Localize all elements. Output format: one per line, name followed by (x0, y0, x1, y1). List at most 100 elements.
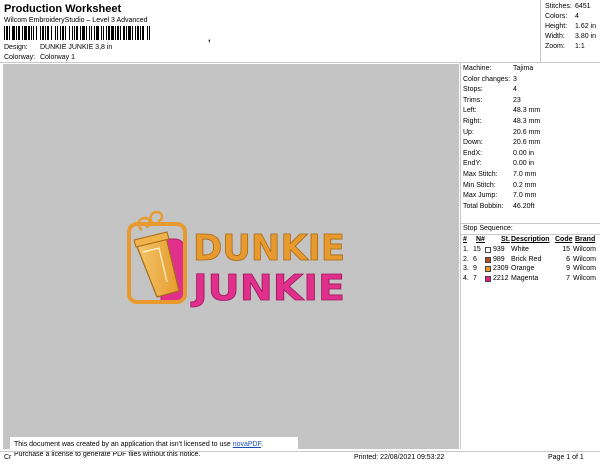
colors-label: Colors: (545, 13, 568, 20)
height-label: Height: (545, 23, 568, 30)
stop-cell-st: 989 (493, 255, 505, 263)
machine-row-value: Tajima (513, 65, 534, 72)
machine-row: Machine: Tajima (463, 65, 533, 72)
col-num: # (463, 236, 467, 243)
design-stats: Stitches: 6451 Colors: 4 Height: 1.62 in Wi… (540, 0, 600, 62)
barcode-suffix: , (208, 33, 211, 43)
stop-cell-desc: Orange (511, 265, 535, 272)
stop-row: 3. 9 2309 Orange 9 Wilcom (463, 265, 599, 274)
design-value: DUNKIE JUNKIE 3,8 in (39, 44, 113, 51)
machine-row-label: Max Stitch: (463, 171, 498, 178)
machine-row-label: Color changes: (463, 75, 511, 83)
machine-row-label: Total Bobbin: (463, 202, 504, 210)
machine-row: Color changes: 3 (463, 76, 517, 83)
stitches-value: 6451 (575, 3, 591, 10)
novapdf-link[interactable]: novaPDF (233, 441, 261, 448)
notice-line-1: This document was created by an applicat… (14, 440, 294, 450)
machine-row-value: 20.6 mm (513, 139, 541, 147)
machine-row-label: Machine: (463, 65, 492, 72)
logo-line1: DUNKIE (193, 228, 345, 269)
col-brand: Brand (575, 236, 596, 243)
stop-cell-num: 2. (463, 255, 469, 263)
machine-row-label: EndX: (463, 149, 483, 157)
notice-text: This document was created by an applicat… (14, 441, 233, 448)
machine-row: EndY: 0.00 in (463, 160, 534, 167)
col-st: St. (501, 236, 510, 243)
width-value: 3.80 in (575, 33, 597, 40)
zoom-value: 1:1 (575, 43, 585, 50)
stop-cell-brand: Wilcom (573, 274, 596, 282)
stop-cell-brand: Wilcom (573, 246, 596, 253)
logo-line2: JUNKIE (190, 268, 345, 309)
footer-cr: Cr (4, 454, 12, 461)
color-swatch (485, 266, 491, 272)
machine-row-value: 7.0 mm (513, 192, 537, 200)
machine-row-value: 7.0 mm (513, 171, 537, 178)
stop-cell-num: 4. (463, 274, 469, 282)
stop-cell-code: 15 (562, 246, 570, 253)
colors-value: 4 (575, 13, 579, 20)
col-code: Code (555, 236, 573, 243)
machine-row-value: 0.00 in (513, 149, 535, 157)
machine-row-label: Trims: (463, 96, 483, 104)
design-preview: DUNKIE JUNKIE (3, 64, 459, 449)
machine-row-value: 23 (513, 96, 521, 104)
machine-row-value: 48.3 mm (513, 118, 541, 125)
machine-row-value: 46.20ft (513, 202, 535, 210)
machine-row-value: 20.6 mm (513, 128, 541, 136)
colorway-row: Colorway: Colorway 1 (4, 54, 75, 61)
machine-row: EndX: 0.00 in (463, 150, 534, 157)
machine-row-label: Up: (463, 128, 474, 136)
stop-cell-desc: Brick Red (511, 255, 542, 263)
stop-cell-num: 1. (463, 246, 469, 253)
machine-row: Right: 48.3 mm (463, 118, 540, 125)
machine-row: Up: 20.6 mm (463, 129, 540, 136)
worksheet-header: Production Worksheet Wilcom EmbroiderySt… (0, 0, 540, 62)
color-swatch (485, 256, 491, 263)
notice-period: . (261, 441, 264, 448)
stop-cell-n: 7 (473, 274, 477, 282)
stop-cell-code: 7 (566, 274, 570, 282)
stop-cell-code: 9 (566, 265, 570, 272)
col-description: Description (511, 236, 550, 243)
stop-cell-n: 9 (473, 265, 477, 272)
stop-divider (461, 234, 600, 235)
machine-row-value: 3 (513, 75, 517, 83)
col-n: N# (476, 236, 485, 243)
printed-timestamp: Printed: 22/08/2021 09:53:22 (354, 454, 445, 461)
height-row: Height: 1.62 in (545, 23, 596, 30)
machine-row: Stops: 4 (463, 86, 517, 93)
stop-cell-brand: Wilcom (573, 255, 596, 263)
width-row: Width: 3.80 in (545, 33, 596, 40)
machine-row: Max Jump: 7.0 mm (463, 192, 536, 199)
design-label: Design: (4, 44, 28, 51)
colorway-value: Colorway 1 (39, 54, 75, 61)
design-row: Design: DUNKIE JUNKIE 3,8 in (4, 44, 112, 51)
machine-row-value: 0.2 mm (513, 181, 537, 189)
page-title: Production Worksheet (4, 3, 122, 15)
colorway-label: Colorway: (4, 54, 36, 61)
machine-info-panel: Stop Sequence: # N# St. Description Code… (460, 63, 600, 449)
embroidery-logo: DUNKIE JUNKIE (127, 210, 345, 309)
stop-table-header: # N# St. Description Code Brand (463, 236, 599, 246)
width-label: Width: (545, 33, 565, 40)
stop-cell-desc: White (511, 246, 529, 253)
machine-row-label: Stops: (463, 86, 483, 94)
page-footer: Cr Printed: 22/08/2021 09:53:22 Page 1 o… (0, 451, 600, 464)
stop-sequence-label: Stop Sequence: (463, 225, 513, 232)
machine-row: Trims: 23 (463, 97, 521, 104)
software-subtitle: Wilcom EmbroideryStudio – Level 3 Advanc… (4, 17, 148, 24)
barcode-bar (150, 26, 152, 40)
machine-row-value: 0.00 in (513, 160, 535, 168)
barcode (4, 26, 212, 40)
machine-row: Total Bobbin: 46.20ft (463, 203, 534, 210)
machine-row-value: 48.3 mm (513, 107, 541, 115)
stop-row: 2. 6 989 Brick Red 6 Wilcom (463, 256, 599, 265)
stop-cell-desc: Magenta (511, 274, 539, 282)
machine-row: Down: 20.6 mm (463, 139, 540, 146)
machine-row-label: Max Jump: (463, 192, 498, 200)
stop-cell-n: 15 (473, 246, 481, 253)
stop-cell-n: 6 (473, 255, 477, 263)
color-swatch (485, 247, 491, 253)
stop-cell-st: 2309 (493, 265, 509, 272)
